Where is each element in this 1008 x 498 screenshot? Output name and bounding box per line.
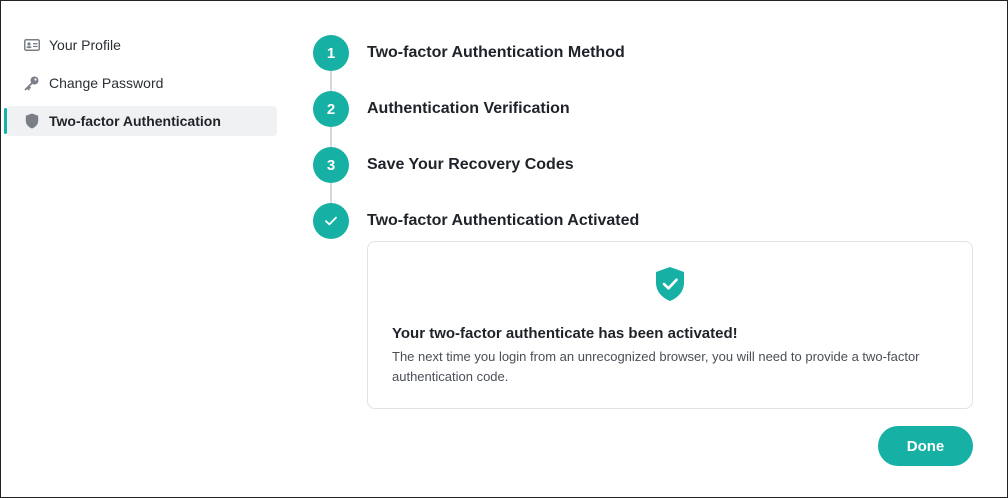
- step-complete: [313, 203, 349, 239]
- sidebar-item-change-password[interactable]: Change Password: [6, 68, 277, 98]
- step-connector: [330, 183, 332, 203]
- step-number: 3: [313, 147, 349, 183]
- step-title: Two-factor Authentication Method: [367, 44, 625, 61]
- step-number: 2: [313, 91, 349, 127]
- step-number: 1: [313, 35, 349, 71]
- sidebar-item-your-profile[interactable]: Your Profile: [6, 30, 277, 60]
- activation-success-card: Your two-factor authenticate has been ac…: [367, 241, 973, 409]
- id-card-icon: [24, 37, 40, 53]
- shield-check-icon: [656, 267, 684, 301]
- key-icon: [24, 75, 40, 91]
- sidebar-item-label: Two-factor Authentication: [49, 113, 221, 129]
- card-heading: Your two-factor authenticate has been ac…: [392, 325, 738, 342]
- sidebar-item-two-factor-authentication[interactable]: Two-factor Authentication: [4, 106, 277, 136]
- step-1: 1 Two-factor Authentication Method: [313, 35, 625, 71]
- step-title: Two-factor Authentication Activated: [367, 212, 640, 229]
- check-icon: [325, 216, 337, 226]
- step-2: 2 Authentication Verification: [313, 91, 570, 127]
- step-title: Authentication Verification: [367, 100, 570, 117]
- step-title: Save Your Recovery Codes: [367, 156, 574, 173]
- sidebar-item-label: Your Profile: [49, 37, 121, 53]
- card-description: The next time you login from an unrecogn…: [392, 349, 920, 384]
- step-4: Two-factor Authentication Activated: [313, 203, 639, 239]
- done-button[interactable]: Done: [878, 426, 973, 466]
- shield-icon: [24, 113, 40, 129]
- sidebar-item-label: Change Password: [49, 75, 164, 91]
- step-connector: [330, 127, 332, 147]
- step-connector: [330, 71, 332, 91]
- step-3: 3 Save Your Recovery Codes: [313, 147, 574, 183]
- settings-sidebar: Your Profile Change Password Two-factor …: [4, 30, 277, 144]
